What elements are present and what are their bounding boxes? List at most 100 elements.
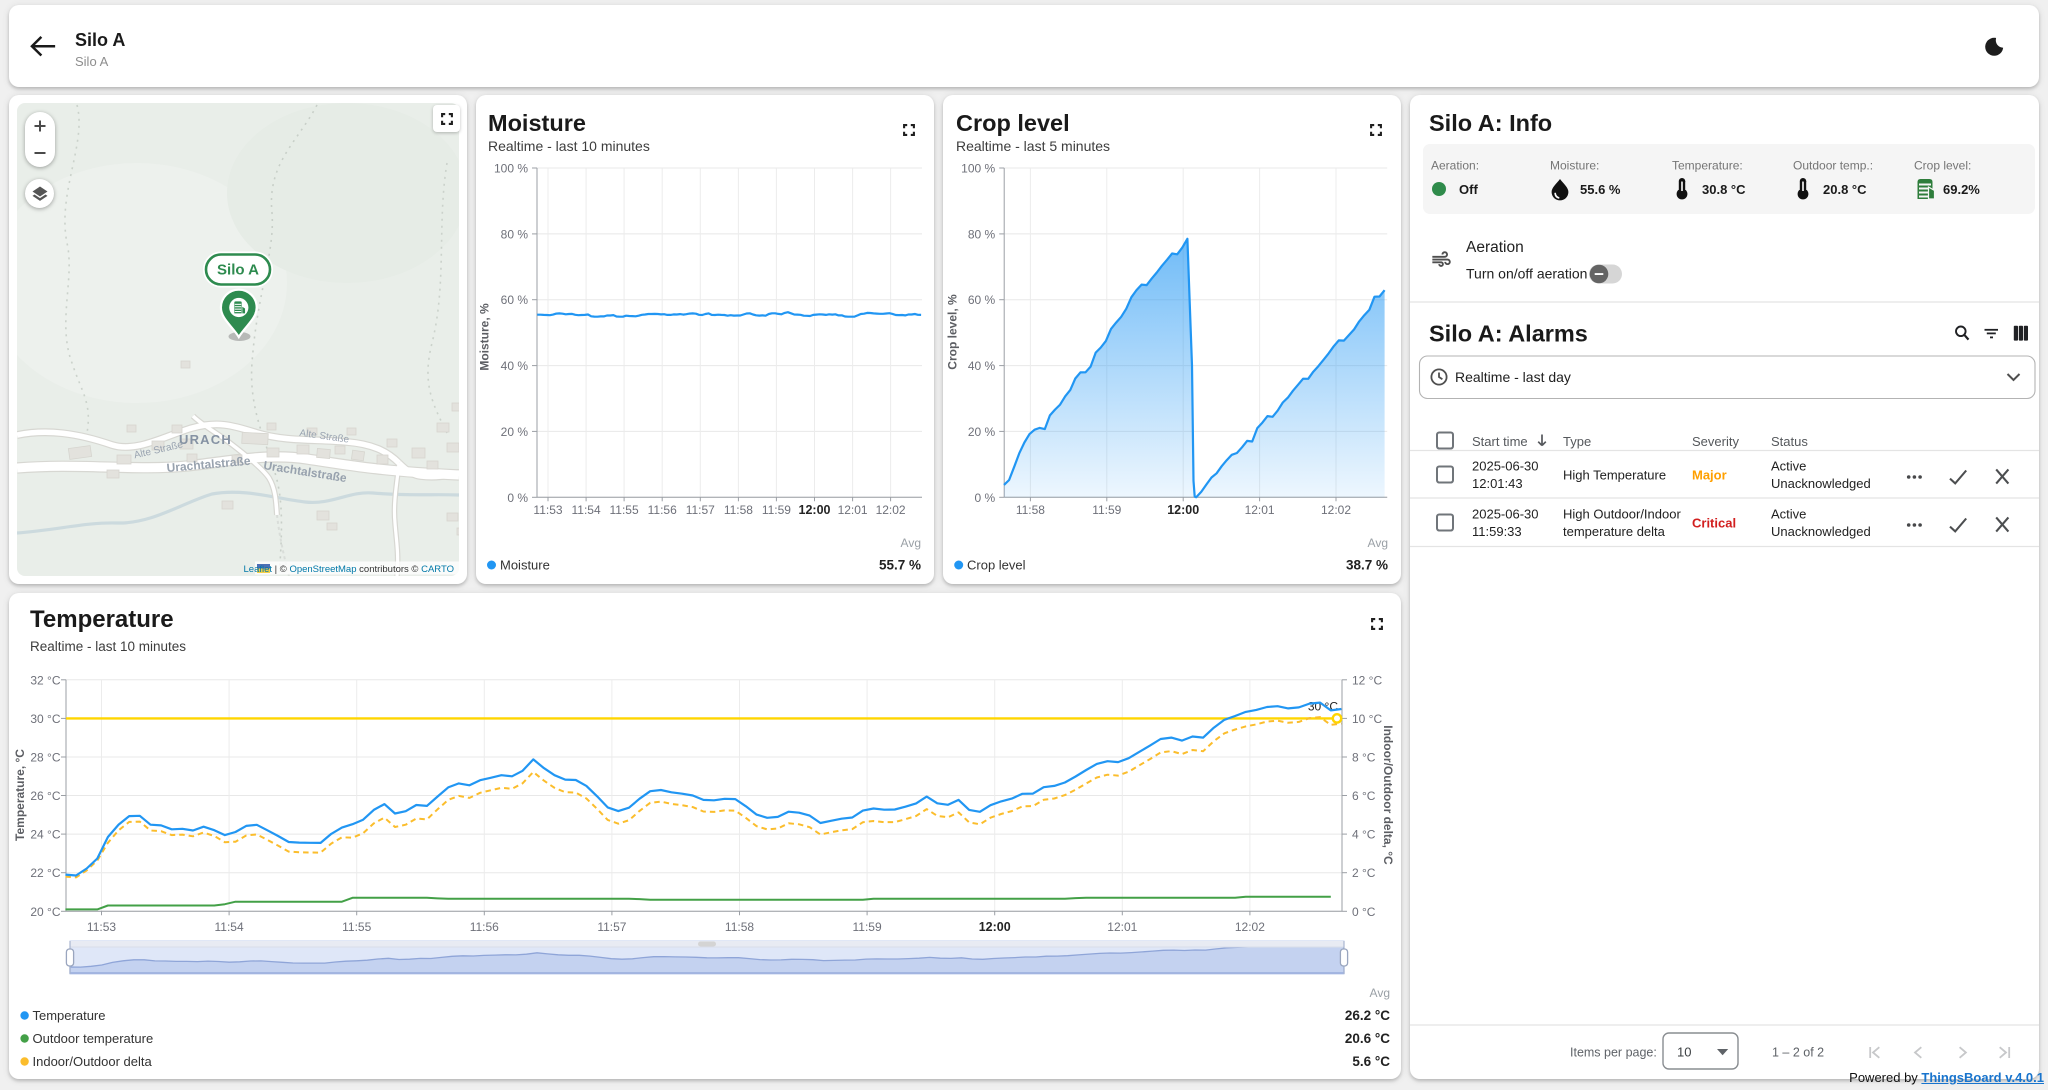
svg-text:12:01: 12:01: [1107, 920, 1137, 934]
svg-text:11:56: 11:56: [470, 920, 499, 934]
svg-text:38.7 %: 38.7 %: [1346, 558, 1388, 573]
svg-text:11:59: 11:59: [762, 503, 791, 517]
svg-text:Items per page:: Items per page:: [1570, 1046, 1657, 1060]
svg-text:11:53: 11:53: [87, 920, 116, 934]
svg-text:11:58: 11:58: [724, 503, 753, 517]
svg-text:11:56: 11:56: [648, 503, 677, 517]
svg-text:12:02: 12:02: [1321, 503, 1351, 517]
svg-text:Off: Off: [1459, 182, 1478, 197]
svg-text:55.6 %: 55.6 %: [1580, 182, 1621, 197]
svg-text:Turn on/off aeration: Turn on/off aeration: [1466, 266, 1587, 282]
svg-text:12:01:43: 12:01:43: [1472, 476, 1523, 491]
svg-text:4 °C: 4 °C: [1352, 828, 1376, 842]
svg-text:Unacknowledged: Unacknowledged: [1771, 524, 1871, 539]
svg-text:11:59: 11:59: [1092, 503, 1121, 517]
svg-text:Silo A: Alarms: Silo A: Alarms: [1429, 321, 1588, 347]
svg-text:11:57: 11:57: [597, 920, 626, 934]
svg-text:2 °C: 2 °C: [1352, 866, 1376, 880]
svg-text:30.8 °C: 30.8 °C: [1702, 182, 1746, 197]
svg-text:1 – 2 of 2: 1 – 2 of 2: [1772, 1046, 1824, 1060]
svg-text:11:54: 11:54: [572, 503, 601, 517]
svg-text:URACH: URACH: [179, 432, 232, 447]
svg-text:20 %: 20 %: [501, 425, 529, 439]
svg-text:20.6 °C: 20.6 °C: [1345, 1031, 1390, 1046]
svg-text:69.2%: 69.2%: [1943, 182, 1980, 197]
svg-text:30 °C: 30 °C: [30, 712, 60, 726]
svg-text:10 °C: 10 °C: [1352, 712, 1382, 726]
svg-text:11:53: 11:53: [533, 503, 562, 517]
svg-text:11:58: 11:58: [1016, 503, 1045, 517]
svg-text:Outdoor temp.:: Outdoor temp.:: [1793, 159, 1873, 173]
svg-text:6 °C: 6 °C: [1352, 789, 1376, 803]
svg-text:20.8 °C: 20.8 °C: [1823, 182, 1867, 197]
svg-text:12:01: 12:01: [838, 503, 868, 517]
svg-text:55.7 %: 55.7 %: [879, 558, 921, 573]
svg-text:20 °C: 20 °C: [30, 905, 60, 919]
svg-text:12:00: 12:00: [799, 503, 831, 517]
svg-text:Active: Active: [1771, 507, 1806, 522]
svg-text:40 %: 40 %: [501, 359, 529, 373]
svg-text:12:00: 12:00: [1167, 503, 1199, 517]
svg-text:Crop level: Crop level: [967, 558, 1026, 573]
svg-text:22 °C: 22 °C: [30, 866, 60, 880]
svg-text:100 %: 100 %: [961, 162, 995, 176]
svg-text:0 %: 0 %: [975, 491, 996, 505]
svg-text:12:00: 12:00: [979, 920, 1011, 934]
svg-text:26 °C: 26 °C: [30, 789, 60, 803]
svg-text:Avg: Avg: [1368, 536, 1388, 550]
svg-text:Leaflet | © OpenStreetMap cont: Leaflet | © OpenStreetMap contributors ©…: [244, 564, 454, 575]
svg-text:80 %: 80 %: [501, 227, 529, 241]
svg-text:Critical: Critical: [1692, 516, 1736, 531]
svg-text:8 °C: 8 °C: [1352, 751, 1376, 765]
svg-text:20 %: 20 %: [968, 425, 996, 439]
svg-text:2025-06-30: 2025-06-30: [1472, 507, 1539, 522]
svg-text:Avg: Avg: [1370, 986, 1390, 1000]
svg-text:11:57: 11:57: [686, 503, 715, 517]
svg-text:Unacknowledged: Unacknowledged: [1771, 476, 1871, 491]
svg-text:5.6 °C: 5.6 °C: [1352, 1054, 1390, 1069]
svg-text:Crop level:: Crop level:: [1914, 159, 1971, 173]
svg-text:Major: Major: [1692, 468, 1727, 483]
svg-text:12:01: 12:01: [1245, 503, 1275, 517]
svg-text:100 %: 100 %: [494, 162, 528, 176]
svg-text:60 %: 60 %: [501, 293, 529, 307]
svg-text:0 °C: 0 °C: [1352, 905, 1376, 919]
svg-text:Aeration:: Aeration:: [1431, 159, 1479, 173]
svg-text:11:55: 11:55: [342, 920, 371, 934]
svg-text:Indoor/Outdoor delta, °C: Indoor/Outdoor delta, °C: [1381, 725, 1395, 865]
svg-text:32 °C: 32 °C: [30, 673, 60, 687]
svg-text:Active: Active: [1771, 459, 1806, 474]
svg-text:Moisture:: Moisture:: [1550, 159, 1599, 173]
svg-text:Crop level, %: Crop level, %: [946, 294, 960, 370]
svg-text:Indoor/Outdoor delta: Indoor/Outdoor delta: [33, 1054, 153, 1069]
svg-text:High Temperature: High Temperature: [1563, 468, 1666, 483]
svg-text:0 %: 0 %: [507, 491, 528, 505]
svg-text:10: 10: [1677, 1045, 1691, 1060]
svg-text:11:58: 11:58: [725, 920, 754, 934]
svg-text:80 %: 80 %: [968, 227, 996, 241]
svg-text:Moisture: Moisture: [500, 558, 550, 573]
svg-text:temperature delta: temperature delta: [1563, 524, 1666, 539]
svg-text:2025-06-30: 2025-06-30: [1472, 459, 1539, 474]
svg-text:Temperature, °C: Temperature, °C: [13, 749, 27, 841]
svg-text:30 °C: 30 °C: [1308, 699, 1338, 713]
svg-text:11:59:33: 11:59:33: [1472, 524, 1522, 539]
svg-text:11:54: 11:54: [215, 920, 244, 934]
svg-text:40 %: 40 %: [968, 359, 996, 373]
svg-text:Silo A: Silo A: [217, 262, 259, 279]
svg-text:11:59: 11:59: [853, 920, 882, 934]
svg-text:60 %: 60 %: [968, 293, 996, 307]
svg-text:Type: Type: [1563, 434, 1591, 449]
svg-text:Avg: Avg: [901, 536, 921, 550]
svg-text:12 °C: 12 °C: [1352, 673, 1382, 687]
svg-text:Status: Status: [1771, 434, 1808, 449]
svg-text:Temperature: Temperature: [33, 1008, 106, 1023]
svg-text:28 °C: 28 °C: [30, 751, 60, 765]
svg-text:12:02: 12:02: [1235, 920, 1265, 934]
svg-text:11:55: 11:55: [610, 503, 639, 517]
svg-text:Temperature:: Temperature:: [1672, 159, 1743, 173]
svg-text:24 °C: 24 °C: [30, 828, 60, 842]
svg-text:High Outdoor/Indoor: High Outdoor/Indoor: [1563, 507, 1681, 522]
svg-text:Aeration: Aeration: [1466, 239, 1524, 256]
svg-text:Moisture, %: Moisture, %: [478, 303, 492, 371]
